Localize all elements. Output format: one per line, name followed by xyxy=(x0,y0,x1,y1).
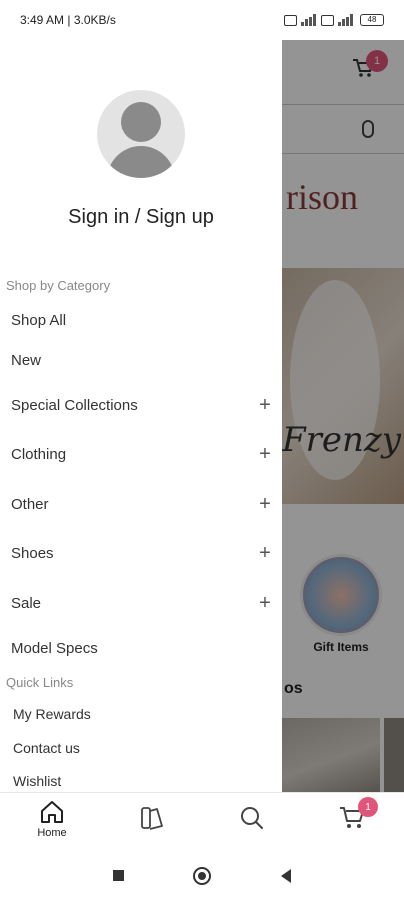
menu-item-clothing[interactable]: Clothing + xyxy=(11,440,273,468)
status-icons: 48 xyxy=(284,14,384,26)
search-icon xyxy=(241,807,263,829)
avatar-body xyxy=(107,146,175,178)
sim-icon-2 xyxy=(321,14,334,26)
sign-in-link[interactable]: Sign in / Sign up xyxy=(0,206,282,229)
quick-link-my-rewards[interactable]: My Rewards xyxy=(13,706,91,722)
menu-item-other[interactable]: Other + xyxy=(11,490,273,518)
menu-item-new[interactable]: New xyxy=(11,346,273,374)
recent-apps-icon[interactable] xyxy=(113,870,124,881)
expand-plus-icon[interactable]: + xyxy=(257,394,273,417)
menu-item-label: Shoes xyxy=(11,544,54,562)
system-nav-bar xyxy=(0,850,404,900)
menu-item-label: Other xyxy=(11,495,49,513)
expand-plus-icon[interactable]: + xyxy=(257,443,273,466)
home-icon xyxy=(41,801,63,823)
status-bar: 3:49 AM | 3.0KB/s 48 xyxy=(0,0,404,40)
status-time: 3:49 AM | 3.0KB/s xyxy=(20,13,116,27)
quick-link-contact-us[interactable]: Contact us xyxy=(13,740,80,756)
nav-catalog[interactable] xyxy=(122,799,182,845)
expand-plus-icon[interactable]: + xyxy=(257,493,273,516)
menu-item-label: Shop All xyxy=(11,311,67,329)
menu-item-label: Sale xyxy=(11,594,42,612)
nav-cart[interactable]: 1 xyxy=(322,797,382,845)
bottom-nav: Home 1 xyxy=(0,792,404,850)
menu-item-special-collections[interactable]: Special Collections + xyxy=(11,391,273,419)
menu-item-shop-all[interactable]: Shop All xyxy=(11,306,273,334)
menu-item-sale[interactable]: Sale + xyxy=(11,589,273,617)
quick-links-title: Quick Links xyxy=(6,675,74,690)
navigation-drawer: Sign in / Sign up Shop by Category Shop … xyxy=(0,40,282,792)
menu-item-label: Special Collections xyxy=(11,396,138,414)
nav-home-label: Home xyxy=(37,827,67,839)
cart-count-badge: 1 xyxy=(358,797,378,817)
avatar-head xyxy=(121,102,161,142)
nav-search[interactable] xyxy=(222,799,282,845)
back-icon[interactable] xyxy=(281,869,291,883)
avatar[interactable] xyxy=(97,90,185,178)
menu-item-label: Clothing xyxy=(11,445,67,463)
expand-plus-icon[interactable]: + xyxy=(257,542,273,565)
shop-by-category-title: Shop by Category xyxy=(6,278,111,293)
menu-item-label: New xyxy=(11,351,42,369)
menu-item-model-specs[interactable]: Model Specs xyxy=(11,634,273,662)
signal-icon-2 xyxy=(338,14,354,26)
battery-icon: 48 xyxy=(360,14,384,26)
expand-plus-icon[interactable]: + xyxy=(257,592,273,615)
menu-item-label: Model Specs xyxy=(11,639,98,657)
sim-icon xyxy=(284,14,297,26)
nav-home[interactable]: Home xyxy=(22,799,82,845)
home-system-icon[interactable] xyxy=(193,867,211,885)
catalog-icon xyxy=(141,807,163,830)
menu-item-shoes[interactable]: Shoes + xyxy=(11,539,273,567)
signal-icon xyxy=(301,14,317,26)
quick-link-wishlist[interactable]: Wishlist xyxy=(13,773,61,789)
